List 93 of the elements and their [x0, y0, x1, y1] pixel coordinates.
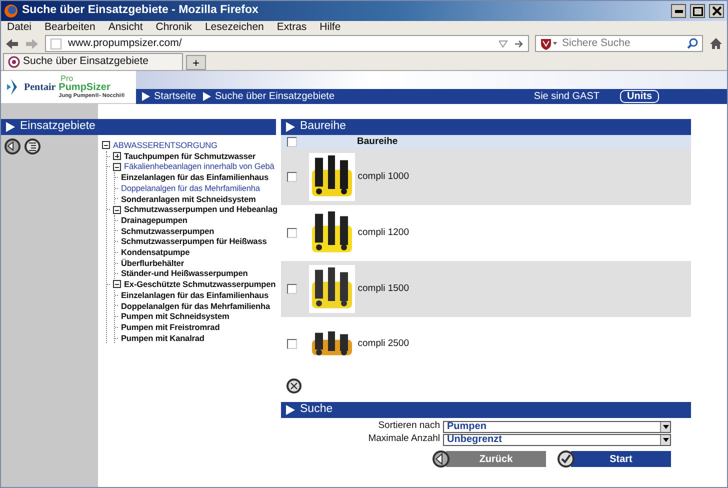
tree-item[interactable]: Einzelanlagen für das Einfamilienhaus	[121, 290, 269, 301]
minimize-icon	[674, 10, 682, 12]
minimize-button[interactable]	[671, 4, 686, 18]
back-circle-icon[interactable]	[4, 138, 21, 155]
series-name[interactable]: compli 2500	[358, 336, 409, 352]
tree-item[interactable]: Tauchpumpen für Schmutzwasser	[124, 150, 256, 162]
select-field[interactable]: Pumpen	[443, 420, 671, 432]
section-title: Suche	[300, 402, 333, 418]
breadcrumb-link[interactable]: Suche über Einsatzgebiete	[215, 89, 335, 104]
expand-icon[interactable]	[113, 152, 121, 160]
menu-item[interactable]: Hilfe	[320, 20, 341, 36]
maximize-icon	[692, 6, 702, 16]
menu-item[interactable]: Chronik	[156, 20, 192, 36]
browser-logo-icon	[4, 4, 18, 18]
check-circle-icon[interactable]	[557, 450, 575, 468]
section-title: Einsatzgebiete	[20, 119, 96, 134]
collapse-icon[interactable]	[102, 141, 110, 150]
tree-item[interactable]: Kondensatpumpe	[121, 247, 190, 258]
tree-item[interactable]: Doppelanalgen für das Mehrfamilienha	[121, 300, 270, 312]
page-icon	[50, 38, 62, 50]
new-tab-button[interactable]: +	[186, 55, 206, 70]
brand-name: Pentair	[24, 80, 56, 94]
shield-icon[interactable]	[540, 38, 558, 50]
collapse-icon[interactable]	[113, 162, 121, 171]
collapse-icon[interactable]	[113, 280, 121, 288]
dropdown-icon[interactable]	[499, 40, 508, 48]
maximize-button[interactable]	[690, 4, 705, 18]
arrow-right-icon	[286, 122, 295, 132]
address-field[interactable]: www.propumpsizer.com/	[45, 35, 529, 52]
tree-item[interactable]: Sonderanlagen mit Schneidsystem	[121, 194, 256, 204]
menu-item[interactable]: Extras	[276, 20, 307, 36]
back-button[interactable]: Zurück	[446, 451, 546, 467]
tree-item[interactable]: Ständer-und Heißwasserpumpen	[121, 268, 248, 280]
tree-item[interactable]: Pumpen mit Schneidsystem	[121, 311, 230, 322]
tree-item[interactable]: Einzelanlagen für das Einfamilienhaus	[121, 172, 269, 183]
dropdown-arrow-icon[interactable]	[662, 424, 668, 428]
user-status: Sie sind GAST	[534, 90, 600, 104]
field-label: Sortieren nach	[378, 419, 440, 434]
tree-item[interactable]: Drainagepumpen	[121, 214, 188, 226]
collapse-icon[interactable]	[113, 206, 121, 214]
checkbox[interactable]	[287, 339, 297, 349]
logo-product-name: PumpSizer	[58, 82, 112, 92]
tree-item[interactable]: Überflurbehälter	[121, 258, 184, 268]
menu-item[interactable]: Lesezeichen	[204, 20, 264, 36]
close-button[interactable]	[709, 4, 724, 18]
series-name[interactable]: compli 1000	[358, 170, 409, 184]
tab-label: Suche über Einsatzgebiete	[23, 54, 149, 70]
section-title: Baureihe	[300, 119, 346, 134]
tree-item[interactable]: Schmutzwasserpumpen und Hebeanlag	[124, 204, 278, 215]
url-text: www.propumpsizer.com/	[68, 36, 183, 51]
tree-item[interactable]: Doppelanalgen für das Mehrfamilienha	[121, 182, 260, 194]
select-value: Pumpen	[447, 420, 486, 434]
units-button[interactable]: Units	[620, 90, 659, 103]
tree-item[interactable]: Pumpen mit Freistromrad	[121, 322, 220, 333]
reset-circle-icon[interactable]	[286, 378, 302, 394]
series-name[interactable]: compli 1200	[358, 226, 409, 240]
go-arrow-icon[interactable]	[514, 38, 524, 48]
column-header: Baureihe	[357, 134, 398, 149]
browser-tab[interactable]: Suche über Einsatzgebiete	[3, 53, 183, 70]
menu-item[interactable]: Bearbeiten	[44, 20, 96, 36]
checkbox[interactable]	[287, 137, 297, 147]
home-icon[interactable]	[709, 37, 723, 50]
list-circle-icon[interactable]	[24, 138, 41, 155]
arrow-right-icon	[286, 405, 295, 415]
start-button[interactable]: Start	[571, 451, 671, 467]
back-icon[interactable]	[5, 38, 19, 50]
arrow-right-icon	[6, 122, 15, 132]
tab-icon	[8, 56, 20, 68]
logo-pro-text: Pro	[60, 74, 74, 82]
window-title: Suche über Einsatzgebiete - Mozilla Firefox	[22, 3, 260, 18]
checkbox[interactable]	[287, 172, 297, 182]
search-icon[interactable]	[687, 38, 698, 49]
select-value: Unbegrenzt	[447, 433, 502, 447]
close-icon	[712, 6, 722, 16]
arrow-right-icon	[203, 92, 211, 101]
dropdown-arrow-icon[interactable]	[662, 438, 668, 442]
arrow-right-icon	[142, 92, 150, 101]
tree-item[interactable]: ABWASSERENTSORGUNG	[113, 140, 218, 151]
tree-item[interactable]: Fäkalienhebeanlagen innerhalb von Gebä	[124, 161, 274, 172]
back-circle-icon[interactable]	[432, 450, 450, 468]
checkbox[interactable]	[287, 284, 297, 294]
tree-item[interactable]: Pumpen mit Kanalrad	[121, 332, 204, 344]
field-label: Maximale Anzahl	[368, 432, 440, 446]
select-field[interactable]: Unbegrenzt	[443, 434, 671, 446]
breadcrumb-link[interactable]: Startseite	[154, 89, 196, 104]
tree-item[interactable]: Schmutzwasserpumpen für Heißwass	[121, 236, 267, 248]
tree-item[interactable]: Ex-Geschützte Schmutzwasserpumpen	[124, 279, 276, 290]
checkbox[interactable]	[287, 228, 297, 238]
menu-item[interactable]: Datei	[7, 20, 32, 36]
tree-item[interactable]: Schmutzwasserpumpen	[121, 226, 214, 236]
menu-item[interactable]: Ansicht	[108, 20, 143, 36]
series-name[interactable]: compli 1500	[358, 282, 409, 296]
search-bar[interactable]: Sichere Suche	[535, 35, 703, 52]
